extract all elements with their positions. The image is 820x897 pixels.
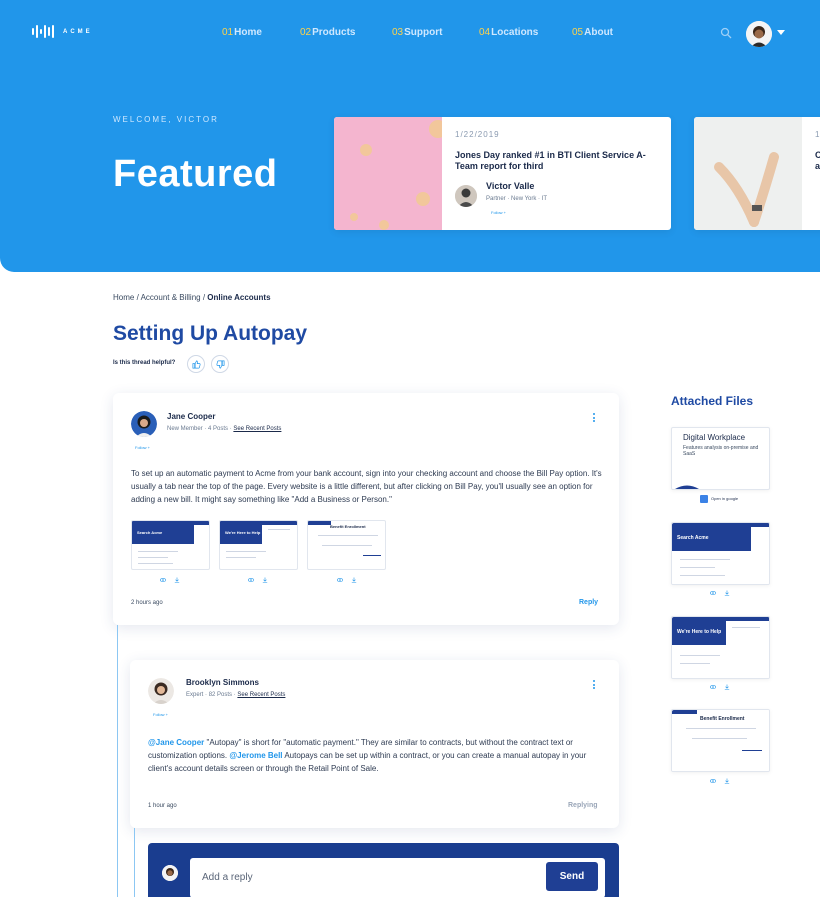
- google-docs-icon: [700, 494, 708, 503]
- download-icon[interactable]: [351, 577, 357, 583]
- reply-button[interactable]: Reply: [579, 599, 598, 606]
- open-in-google-button[interactable]: Open in google: [700, 494, 744, 503]
- post-timestamp: 1 hour ago: [148, 803, 177, 809]
- attachment-thumbnail[interactable]: Search Acme: [131, 520, 210, 570]
- attached-doc-card[interactable]: Digital Workplace Features analysis on-p…: [671, 427, 770, 490]
- nav-home[interactable]: 01Home: [222, 27, 262, 38]
- doc-title: Digital Workplace: [683, 433, 746, 442]
- view-eye-icon[interactable]: [337, 577, 343, 583]
- attachment-actions: [160, 577, 180, 583]
- card-title[interactable]: C a: [815, 150, 820, 172]
- author-name[interactable]: Jane Cooper: [167, 412, 215, 421]
- featured-title: Featured: [113, 153, 278, 195]
- author-name[interactable]: Victor Valle: [486, 181, 534, 191]
- breadcrumb-home[interactable]: Home: [113, 293, 134, 302]
- attachment-actions: [710, 590, 730, 596]
- send-button[interactable]: Send: [546, 862, 598, 891]
- view-eye-icon[interactable]: [248, 577, 254, 583]
- featured-card-partial[interactable]: 1 C a: [694, 117, 820, 230]
- post-jane-cooper: Jane Cooper New Member · 4 Posts · See R…: [113, 393, 619, 625]
- download-icon[interactable]: [262, 577, 268, 583]
- nav-about[interactable]: 05About: [572, 27, 613, 38]
- author-name[interactable]: Brooklyn Simmons: [186, 678, 259, 687]
- thumbs-up-icon: [192, 360, 201, 368]
- post-body: @Jane Cooper "Autopay" is short for "aut…: [148, 738, 587, 773]
- jane-avatar-icon: [131, 411, 157, 437]
- reply-composer: Send: [148, 843, 619, 897]
- mention-jane-cooper[interactable]: @Jane Cooper: [148, 738, 204, 747]
- card-date: 1: [815, 130, 820, 139]
- current-user-avatar: [162, 865, 178, 881]
- welcome-text: WELCOME, VICTOR: [113, 115, 219, 124]
- download-icon[interactable]: [174, 577, 180, 583]
- brooklyn-avatar-icon: [148, 678, 174, 704]
- attached-screenshot[interactable]: Search Acme: [671, 522, 770, 585]
- post-body: To set up an automatic payment to Acme f…: [131, 469, 602, 504]
- download-icon[interactable]: [724, 778, 730, 784]
- see-recent-posts-link[interactable]: See Recent Posts: [233, 426, 281, 432]
- author-avatar-icon: [455, 185, 477, 207]
- author-meta: New Member · 4 Posts · See Recent Posts: [167, 426, 282, 432]
- view-eye-icon[interactable]: [710, 590, 716, 596]
- search-icon[interactable]: [720, 27, 732, 39]
- thread-connector: [117, 625, 118, 897]
- card-image: [694, 117, 802, 230]
- more-options-icon[interactable]: [593, 413, 596, 424]
- author-avatar: [455, 185, 477, 207]
- author-meta: Expert · 82 Posts · See Recent Posts: [186, 692, 286, 698]
- thread-connector: [134, 828, 135, 897]
- nav-locations[interactable]: 04Locations: [479, 27, 538, 38]
- attachment-actions: [248, 577, 268, 583]
- mention-jerome-bell[interactable]: @Jerome Bell: [229, 751, 282, 760]
- main-nav: 01Home 02Products 03Support 04Locations …: [0, 27, 820, 43]
- thumbs-down-icon: [215, 360, 224, 368]
- reply-field: Send: [190, 858, 605, 897]
- see-recent-posts-link[interactable]: See Recent Posts: [237, 692, 285, 698]
- download-icon[interactable]: [724, 590, 730, 596]
- card-date: 1/22/2019: [455, 130, 500, 139]
- reply-input[interactable]: [202, 869, 532, 885]
- attachment-actions: [710, 778, 730, 784]
- user-avatar-icon: [746, 21, 772, 47]
- helpful-label: Is this thread helpful?: [113, 360, 176, 366]
- replying-status: Replying: [568, 802, 598, 809]
- featured-card[interactable]: 1/22/2019 Jones Day ranked #1 in BTI Cli…: [334, 117, 671, 230]
- avatar[interactable]: [131, 411, 157, 437]
- view-eye-icon[interactable]: [710, 684, 716, 690]
- attachment-actions: [710, 684, 730, 690]
- card-title[interactable]: Jones Day ranked #1 in BTI Client Servic…: [455, 150, 660, 172]
- view-eye-icon[interactable]: [710, 778, 716, 784]
- breadcrumb-current: Online Accounts: [207, 293, 271, 302]
- download-icon[interactable]: [724, 684, 730, 690]
- more-options-icon[interactable]: [593, 680, 596, 691]
- nav-support[interactable]: 03Support: [392, 27, 442, 38]
- attachment-thumbnail[interactable]: We're Here to Help: [219, 520, 298, 570]
- post-timestamp: 2 hours ago: [131, 600, 163, 606]
- author-meta: Partner · New York · IT: [486, 196, 548, 202]
- hero-header: ACME 01Home 02Products 03Support 04Locat…: [0, 0, 820, 272]
- attachment-actions: [337, 577, 357, 583]
- follow-link[interactable]: Follow +: [135, 445, 150, 450]
- post-brooklyn-simmons: Brooklyn Simmons Expert · 82 Posts · See…: [130, 660, 619, 828]
- view-eye-icon[interactable]: [160, 577, 166, 583]
- thumbs-down-button[interactable]: [211, 355, 229, 373]
- attached-screenshot[interactable]: Benefit Enrollment: [671, 709, 770, 772]
- page-title: Setting Up Autopay: [113, 322, 308, 345]
- attachment-thumbnail[interactable]: Benefit Enrollment: [307, 520, 386, 570]
- nav-products[interactable]: 02Products: [300, 27, 355, 38]
- avatar[interactable]: [148, 678, 174, 704]
- card-image: [334, 117, 442, 230]
- follow-link[interactable]: Follow +: [153, 712, 168, 717]
- user-avatar[interactable]: [746, 21, 772, 47]
- breadcrumb: Home / Account & Billing / Online Accoun…: [113, 293, 271, 302]
- doc-wave-decoration: [675, 485, 699, 489]
- attached-files-title: Attached Files: [671, 394, 754, 408]
- current-user-avatar-icon: [162, 865, 178, 881]
- breadcrumb-account-billing[interactable]: Account & Billing: [141, 293, 201, 302]
- attached-screenshot[interactable]: We're Here to Help: [671, 616, 770, 679]
- follow-link[interactable]: Follow +: [491, 210, 506, 215]
- thumbs-up-button[interactable]: [187, 355, 205, 373]
- doc-subtitle: Features analysis on-premise and SaaS: [683, 445, 759, 457]
- user-menu-chevron-down-icon[interactable]: [777, 30, 785, 35]
